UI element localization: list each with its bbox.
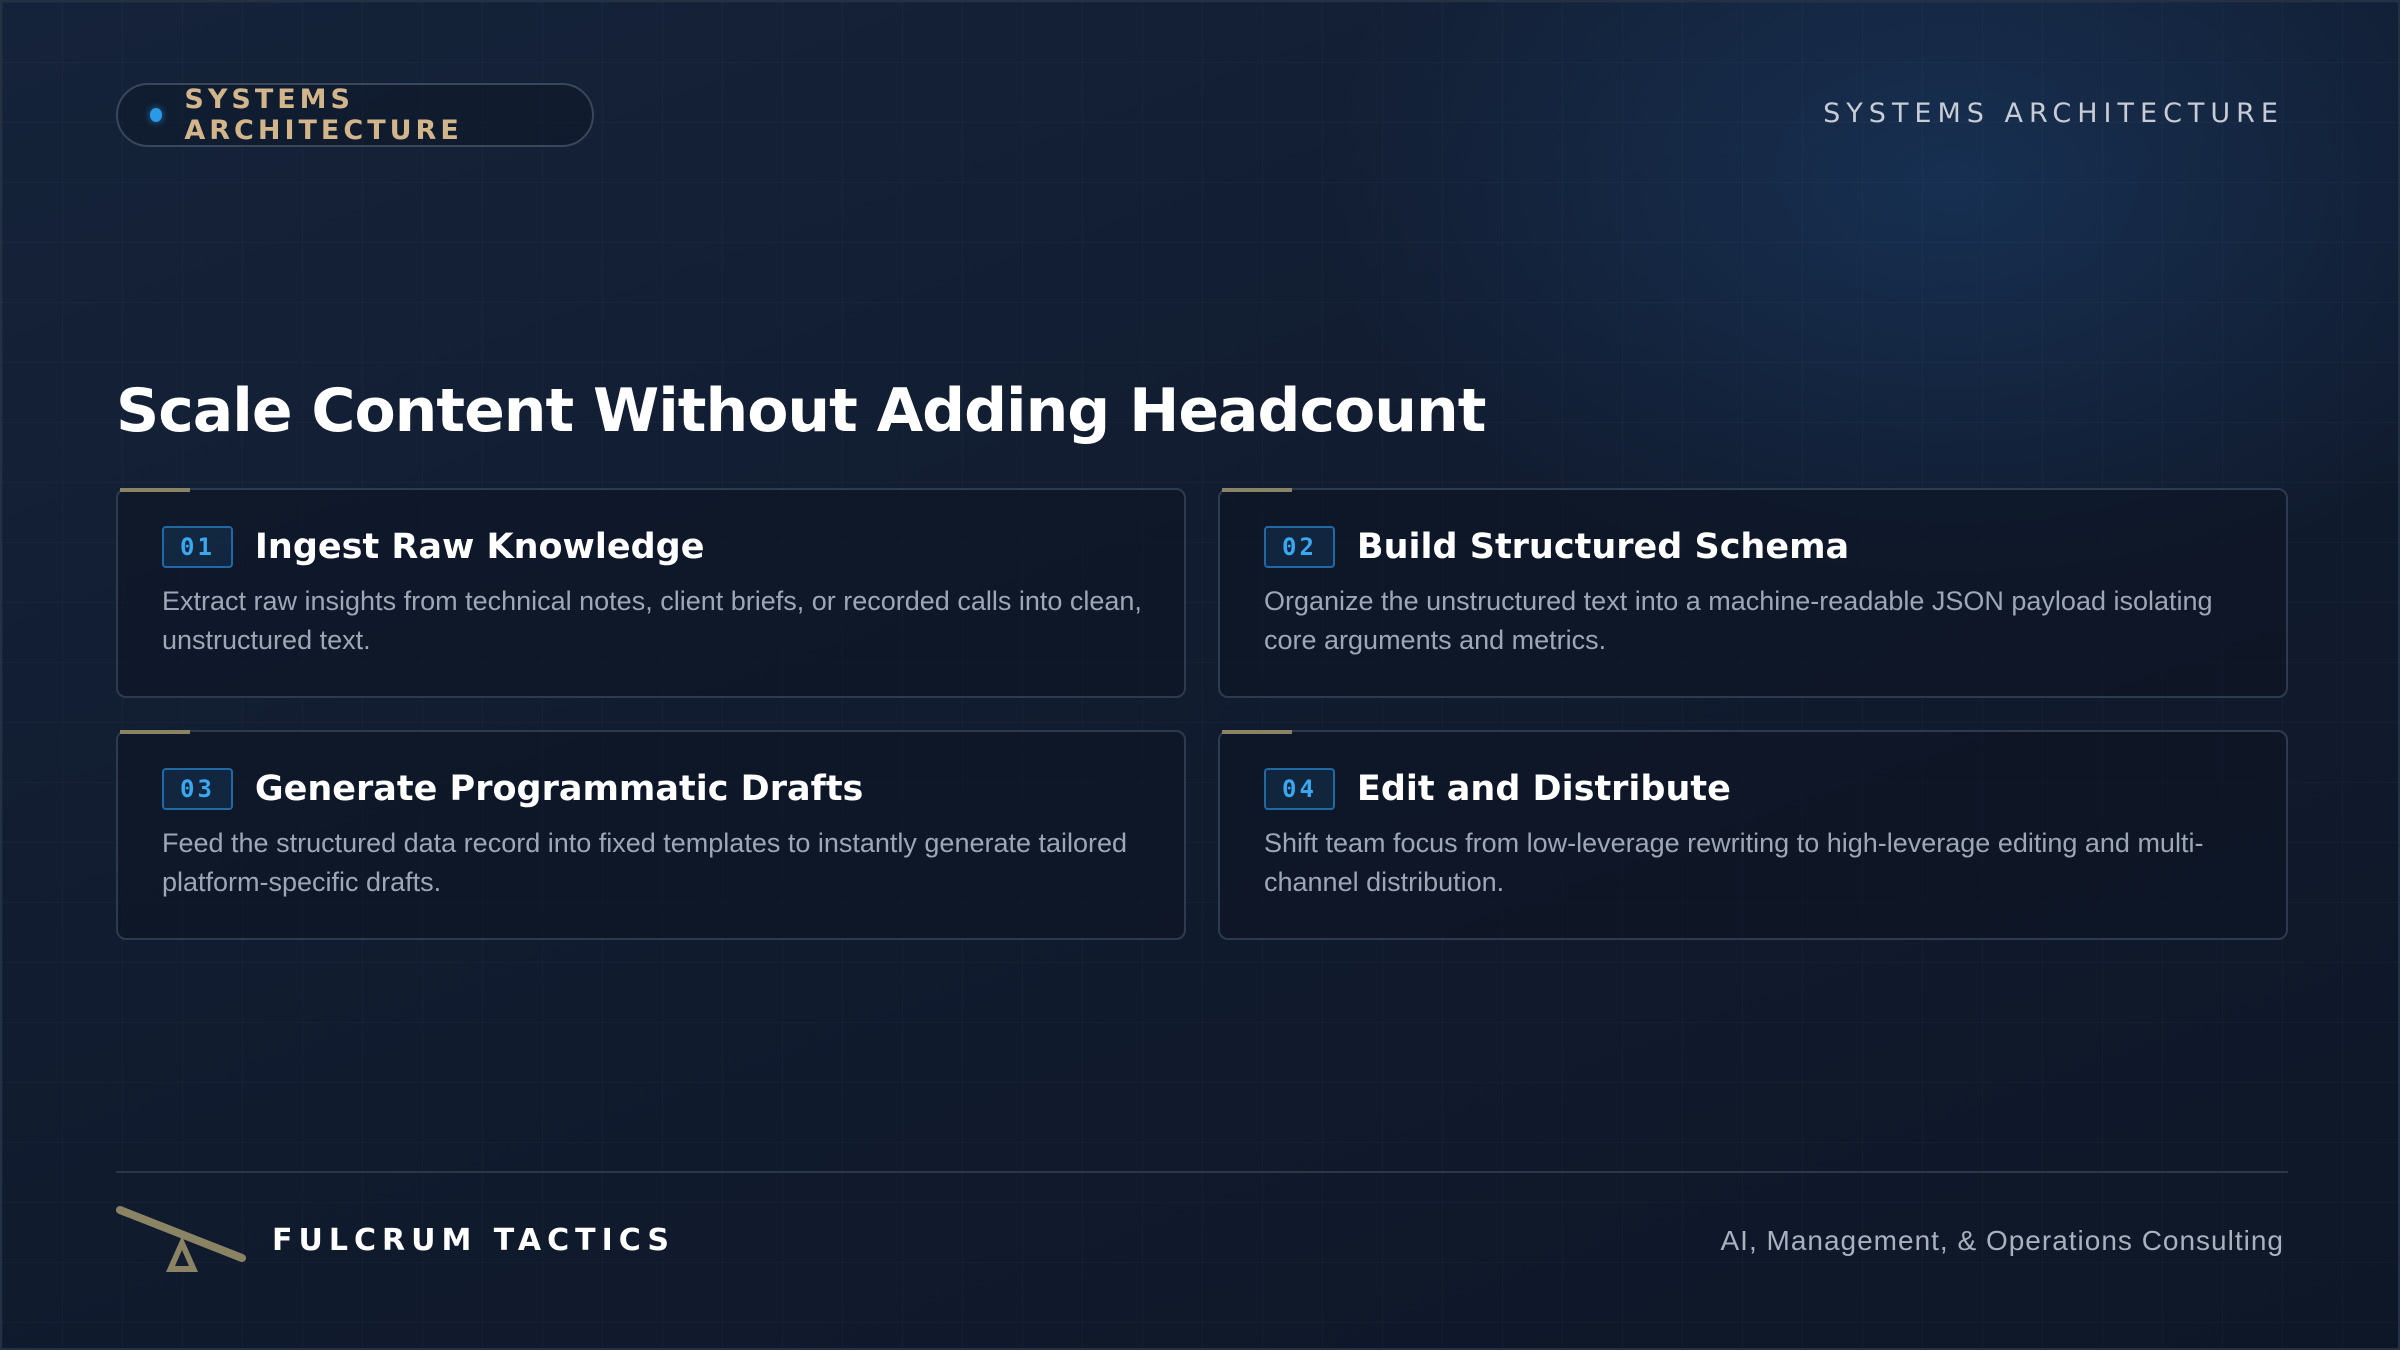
step-number-badge: 01 [162,526,233,568]
card-header: 04 Edit and Distribute [1264,768,1731,810]
footer-divider [116,1171,2288,1173]
card-header: 02 Build Structured Schema [1264,526,1849,568]
card-accent-bar [120,488,190,492]
step-number-badge: 03 [162,768,233,810]
step-card-2: 02 Build Structured Schema Organize the … [1218,488,2288,698]
section-pill: SYSTEMS ARCHITECTURE [116,83,594,147]
slide: SYSTEMS ARCHITECTURE SYSTEMS ARCHITECTUR… [0,0,2400,1350]
step-description: Extract raw insights from technical note… [162,586,1142,655]
section-label: SYSTEMS ARCHITECTURE [1823,98,2284,129]
step-card-3: 03 Generate Programmatic Drafts Feed the… [116,730,1186,940]
section-pill-label: SYSTEMS ARCHITECTURE [184,84,463,146]
step-title: Edit and Distribute [1356,769,1731,809]
step-number-badge: 04 [1264,768,1335,810]
fulcrum-seesaw-icon [116,1206,246,1272]
step-description: Feed the structured data record into fix… [162,828,1128,897]
brand-tagline: AI, Management, & Operations Consulting [1720,1225,2284,1256]
step-title: Generate Programmatic Drafts [254,769,864,809]
card-accent-bar [120,730,190,734]
card-accent-bar [1222,730,1292,734]
step-card-4: 04 Edit and Distribute Shift team focus … [1218,730,2288,940]
step-number-badge: 02 [1264,526,1335,568]
card-header: 01 Ingest Raw Knowledge [162,526,704,568]
step-description: Shift team focus from low-leverage rewri… [1264,828,2204,897]
step-description: Organize the unstructured text into a ma… [1264,586,2213,655]
step-title: Build Structured Schema [1356,527,1850,567]
page-title: Scale Content Without Adding Headcount [116,376,1486,446]
card-accent-bar [1222,488,1292,492]
card-header: 03 Generate Programmatic Drafts [162,768,863,810]
status-dot-icon [150,108,163,122]
brand-name: FULCRUM TACTICS [272,1223,675,1258]
step-card-1: 01 Ingest Raw Knowledge Extract raw insi… [116,488,1186,698]
step-title: Ingest Raw Knowledge [254,527,705,567]
